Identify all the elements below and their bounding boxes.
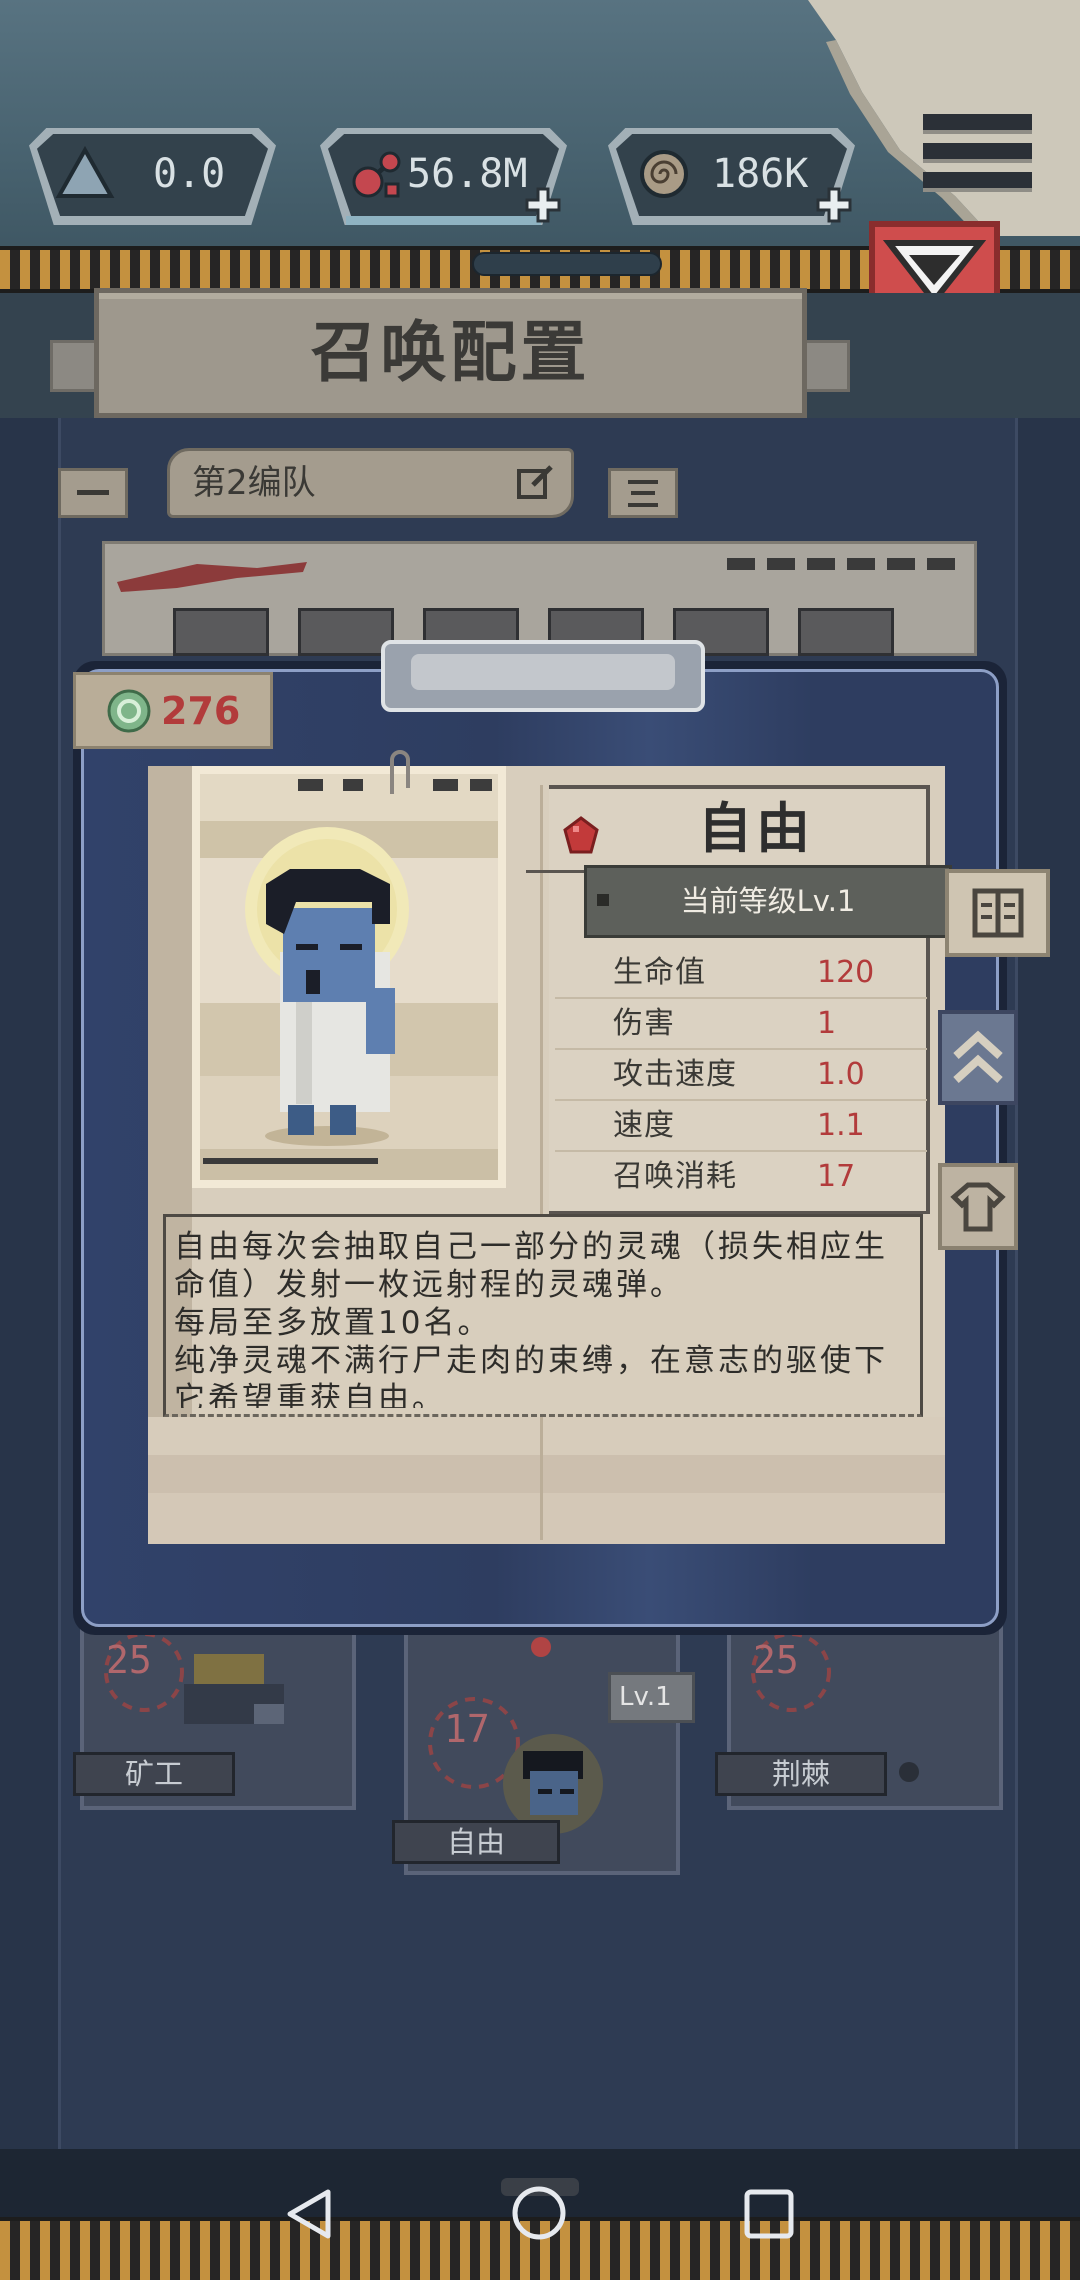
home-icon[interactable] (510, 2184, 568, 2242)
squad-selector[interactable]: 第2编队 (167, 448, 574, 518)
unit-label: 矿工 (73, 1752, 235, 1796)
shirt-icon (950, 1182, 1006, 1232)
modal-handle (381, 640, 705, 712)
title-plate: 召唤配置 (94, 288, 807, 418)
stat-row-summon-cost: 召唤消耗 17 (555, 1152, 927, 1203)
unit-label: 荆棘 (715, 1752, 887, 1796)
description-line: 自由每次会抽取自己一部分的灵魂（损失相应生 (174, 1229, 888, 1265)
back-icon[interactable] (284, 2186, 334, 2242)
paper-bottom (148, 1417, 945, 1544)
description-line: 每局至多放置10名。 (174, 1305, 492, 1341)
description-line: 命值）发射一枚远射程的灵魂弹。 (174, 1267, 684, 1303)
miner-portrait (184, 1654, 284, 1724)
unit-label: 自由 (392, 1820, 560, 1864)
unit-portrait (192, 766, 506, 1188)
stripe-slot (472, 252, 662, 276)
red-gem-icon (563, 816, 599, 854)
freedom-character (203, 779, 492, 1164)
stat-row-hp: 生命值 120 (555, 948, 927, 999)
list-button[interactable] (608, 468, 678, 518)
stat-value: 120 (817, 955, 875, 990)
unit-cost: 25 (753, 1638, 799, 1682)
menu-button[interactable] (923, 114, 1032, 192)
codex-button[interactable] (945, 869, 1050, 957)
card-pin (531, 1637, 551, 1657)
paper-spine (540, 1417, 543, 1540)
book-icon (972, 888, 1024, 938)
plus-icon[interactable] (815, 186, 853, 224)
resource-value: 0.0 (153, 151, 226, 197)
unit-name: 自由 (446, 1825, 505, 1859)
recents-icon[interactable] (742, 2187, 796, 2241)
roster-strip (102, 541, 977, 656)
stat-value: 1.1 (817, 1108, 865, 1143)
molecule-icon (352, 151, 401, 198)
minus-button[interactable] (58, 468, 128, 518)
stat-label: 生命值 (613, 955, 706, 990)
green-token-icon (107, 689, 151, 733)
stat-label: 伤害 (613, 1006, 675, 1041)
resource-crystal: 0.0 (29, 128, 276, 225)
description-line: 纯净灵魂不满行尸走肉的束缚，在意志的驱使下 (174, 1343, 888, 1379)
plus-icon[interactable] (524, 186, 562, 224)
stat-label: 召唤消耗 (613, 1159, 737, 1194)
roster-slot (298, 608, 394, 656)
level-text: Lv.1 (619, 1682, 672, 1712)
resource-molecule: 56.8M (320, 128, 567, 225)
resource-value: 186K (712, 151, 809, 197)
name-connector-line (526, 870, 586, 873)
level-label: 当前等级Lv.1 (680, 884, 856, 918)
stat-label: 速度 (613, 1108, 675, 1143)
roster-slot (798, 608, 894, 656)
stat-value: 17 (817, 1159, 856, 1194)
squad-name: 第2编队 (192, 463, 316, 503)
resource-value: 56.8M (407, 151, 528, 197)
resource-shell: 186K (608, 128, 855, 225)
edit-icon[interactable] (515, 463, 555, 503)
triangle-crystal-icon (55, 145, 115, 198)
roster-slot (173, 608, 269, 656)
stat-value: 1 (817, 1006, 837, 1041)
unit-cost: 17 (444, 1707, 490, 1751)
list-icon (628, 480, 658, 508)
level-plate: 当前等级Lv.1 (584, 865, 952, 938)
unit-cost: 25 (106, 1638, 152, 1682)
stat-label: 攻击速度 (613, 1057, 737, 1092)
level-badge: Lv.1 (608, 1672, 695, 1723)
currency-value: 276 (161, 689, 241, 733)
pin-icon (390, 750, 410, 794)
level-notch (597, 894, 609, 906)
stat-row-damage: 伤害 1 (555, 999, 927, 1050)
unit-description: 自由每次会抽取自己一部分的灵魂（损失相应生 命值）发射一枚远射程的灵魂弹。 每局… (174, 1228, 914, 1408)
plate-lip (346, 216, 541, 225)
stat-row-speed: 速度 1.1 (555, 1101, 927, 1152)
shell-icon (640, 150, 688, 198)
currency-badge: 276 (73, 672, 273, 749)
paper-spine (540, 785, 543, 1214)
stat-value: 1.0 (817, 1057, 865, 1092)
upgrade-chevrons-icon (953, 1030, 1003, 1083)
status-dot (899, 1762, 919, 1782)
unit-name: 自由 (698, 797, 814, 860)
description-line: 它希望重获自由。 (174, 1381, 446, 1408)
stat-row-attack-speed: 攻击速度 1.0 (555, 1050, 927, 1101)
skin-button[interactable] (938, 1163, 1018, 1250)
upgrade-button[interactable] (938, 1010, 1018, 1105)
minus-icon (77, 490, 109, 495)
unit-name: 荆棘 (771, 1757, 830, 1791)
page-title: 召唤配置 (310, 314, 591, 391)
unit-name: 矿工 (124, 1757, 183, 1791)
hamburger-menu-icon (923, 114, 1032, 192)
red-streak (117, 562, 307, 592)
